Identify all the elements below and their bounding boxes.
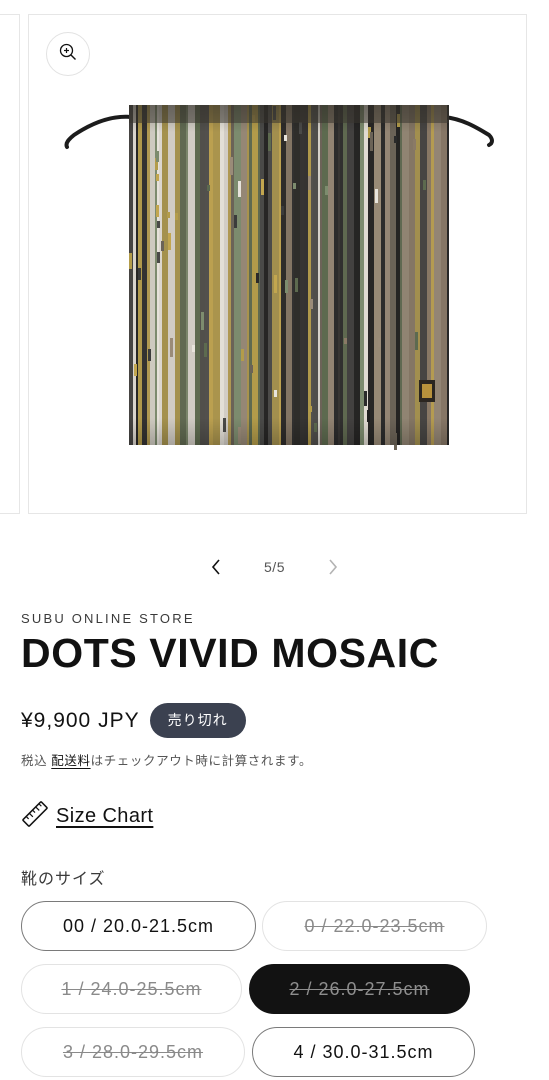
size-option-00[interactable]: 00 / 20.0-21.5cm — [21, 901, 256, 951]
size-chart-label: Size Chart — [56, 805, 154, 827]
product-media-slide[interactable] — [28, 14, 527, 514]
tax-prefix: 税込 — [21, 754, 52, 768]
slide-counter: 5/5 — [264, 559, 285, 575]
zoom-button[interactable] — [46, 32, 90, 76]
sold-out-badge: 売り切れ — [149, 703, 246, 738]
product-price: ¥9,900 JPY — [21, 708, 140, 732]
previous-slide-edge[interactable] — [0, 14, 20, 514]
size-option-4[interactable]: 4 / 30.0-31.5cm — [252, 1027, 475, 1077]
size-option-0[interactable]: 0 / 22.0-23.5cm — [262, 901, 487, 951]
size-option-2-selected[interactable]: 2 / 26.0-27.5cm — [249, 964, 470, 1014]
size-chart-link[interactable]: Size Chart — [21, 800, 153, 833]
product-title: DOTS VIVID MOSAIC — [21, 630, 439, 676]
chevron-right-icon[interactable] — [323, 557, 343, 577]
tax-suffix: はチェックアウト時に計算されます。 — [90, 754, 313, 768]
size-option-1[interactable]: 1 / 24.0-25.5cm — [21, 964, 242, 1014]
size-option-label: 靴のサイズ — [21, 871, 106, 888]
zoom-in-icon — [59, 43, 77, 66]
product-gallery — [0, 0, 549, 530]
chevron-left-icon[interactable] — [206, 557, 226, 577]
slider-navigation: 5/5 — [0, 552, 549, 582]
shipping-policy-link[interactable]: 配送料 — [51, 754, 90, 768]
vendor-name: SUBU ONLINE STORE — [21, 611, 195, 626]
ruler-icon — [21, 800, 49, 833]
tax-note: 税込 配送料はチェックアウト時に計算されます。 — [21, 750, 312, 769]
product-image-drawstring-pouch — [64, 105, 494, 450]
size-option-3[interactable]: 3 / 28.0-29.5cm — [21, 1027, 245, 1077]
price-row: ¥9,900 JPY 売り切れ — [21, 703, 246, 738]
